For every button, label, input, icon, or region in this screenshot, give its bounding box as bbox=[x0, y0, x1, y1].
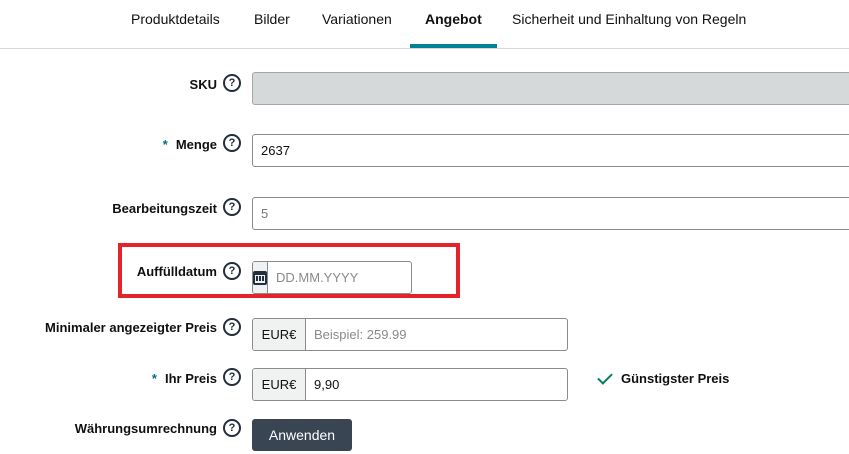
currency-conversion-label: Währungsumrechnung bbox=[74, 421, 217, 436]
min-price-input[interactable] bbox=[306, 319, 567, 350]
lowest-price-text: Günstigster Preis bbox=[621, 371, 730, 386]
highlight-box bbox=[118, 243, 460, 298]
required-marker: * bbox=[162, 137, 168, 152]
min-price-currency: EUR€ bbox=[253, 319, 306, 350]
lowest-price-hint: Günstigster Preis bbox=[597, 368, 730, 386]
quantity-input[interactable] bbox=[252, 134, 849, 167]
required-marker: * bbox=[151, 371, 157, 386]
min-price-help-icon[interactable]: ? bbox=[223, 318, 241, 336]
quantity-help-icon[interactable]: ? bbox=[223, 134, 241, 152]
handling-time-label: Bearbeitungszeit bbox=[112, 201, 217, 216]
your-price-label: * Ihr Preis bbox=[152, 371, 217, 386]
tab-sicherheit[interactable]: Sicherheit und Einhaltung von Regeln bbox=[512, 11, 746, 49]
tab-bilder[interactable]: Bilder bbox=[254, 11, 290, 49]
check-icon bbox=[597, 368, 613, 385]
handling-time-input[interactable] bbox=[252, 197, 849, 230]
your-price-help-icon[interactable]: ? bbox=[223, 368, 241, 386]
min-price-label: Minimaler angezeigter Preis bbox=[45, 320, 217, 335]
quantity-label: * Menge bbox=[163, 137, 217, 152]
currency-conversion-help-icon[interactable]: ? bbox=[223, 419, 241, 437]
sku-input bbox=[252, 72, 849, 105]
your-price-input[interactable] bbox=[306, 369, 567, 400]
your-price-currency: EUR€ bbox=[253, 369, 306, 400]
apply-button[interactable]: Anwenden bbox=[252, 419, 352, 451]
your-price-label-text: Ihr Preis bbox=[164, 371, 217, 386]
active-tab-indicator bbox=[410, 44, 497, 48]
handling-time-help-icon[interactable]: ? bbox=[223, 198, 241, 216]
quantity-label-text: Menge bbox=[175, 137, 217, 152]
sku-help-icon[interactable]: ? bbox=[223, 74, 241, 92]
tab-variationen[interactable]: Variationen bbox=[322, 11, 392, 49]
sku-label: SKU bbox=[189, 77, 217, 92]
tab-bar: Produktdetails Bilder Variationen Angebo… bbox=[0, 0, 849, 49]
min-price-field: EUR€ bbox=[252, 318, 568, 351]
tab-produktdetails[interactable]: Produktdetails bbox=[131, 11, 220, 49]
your-price-field: EUR€ bbox=[252, 368, 568, 401]
